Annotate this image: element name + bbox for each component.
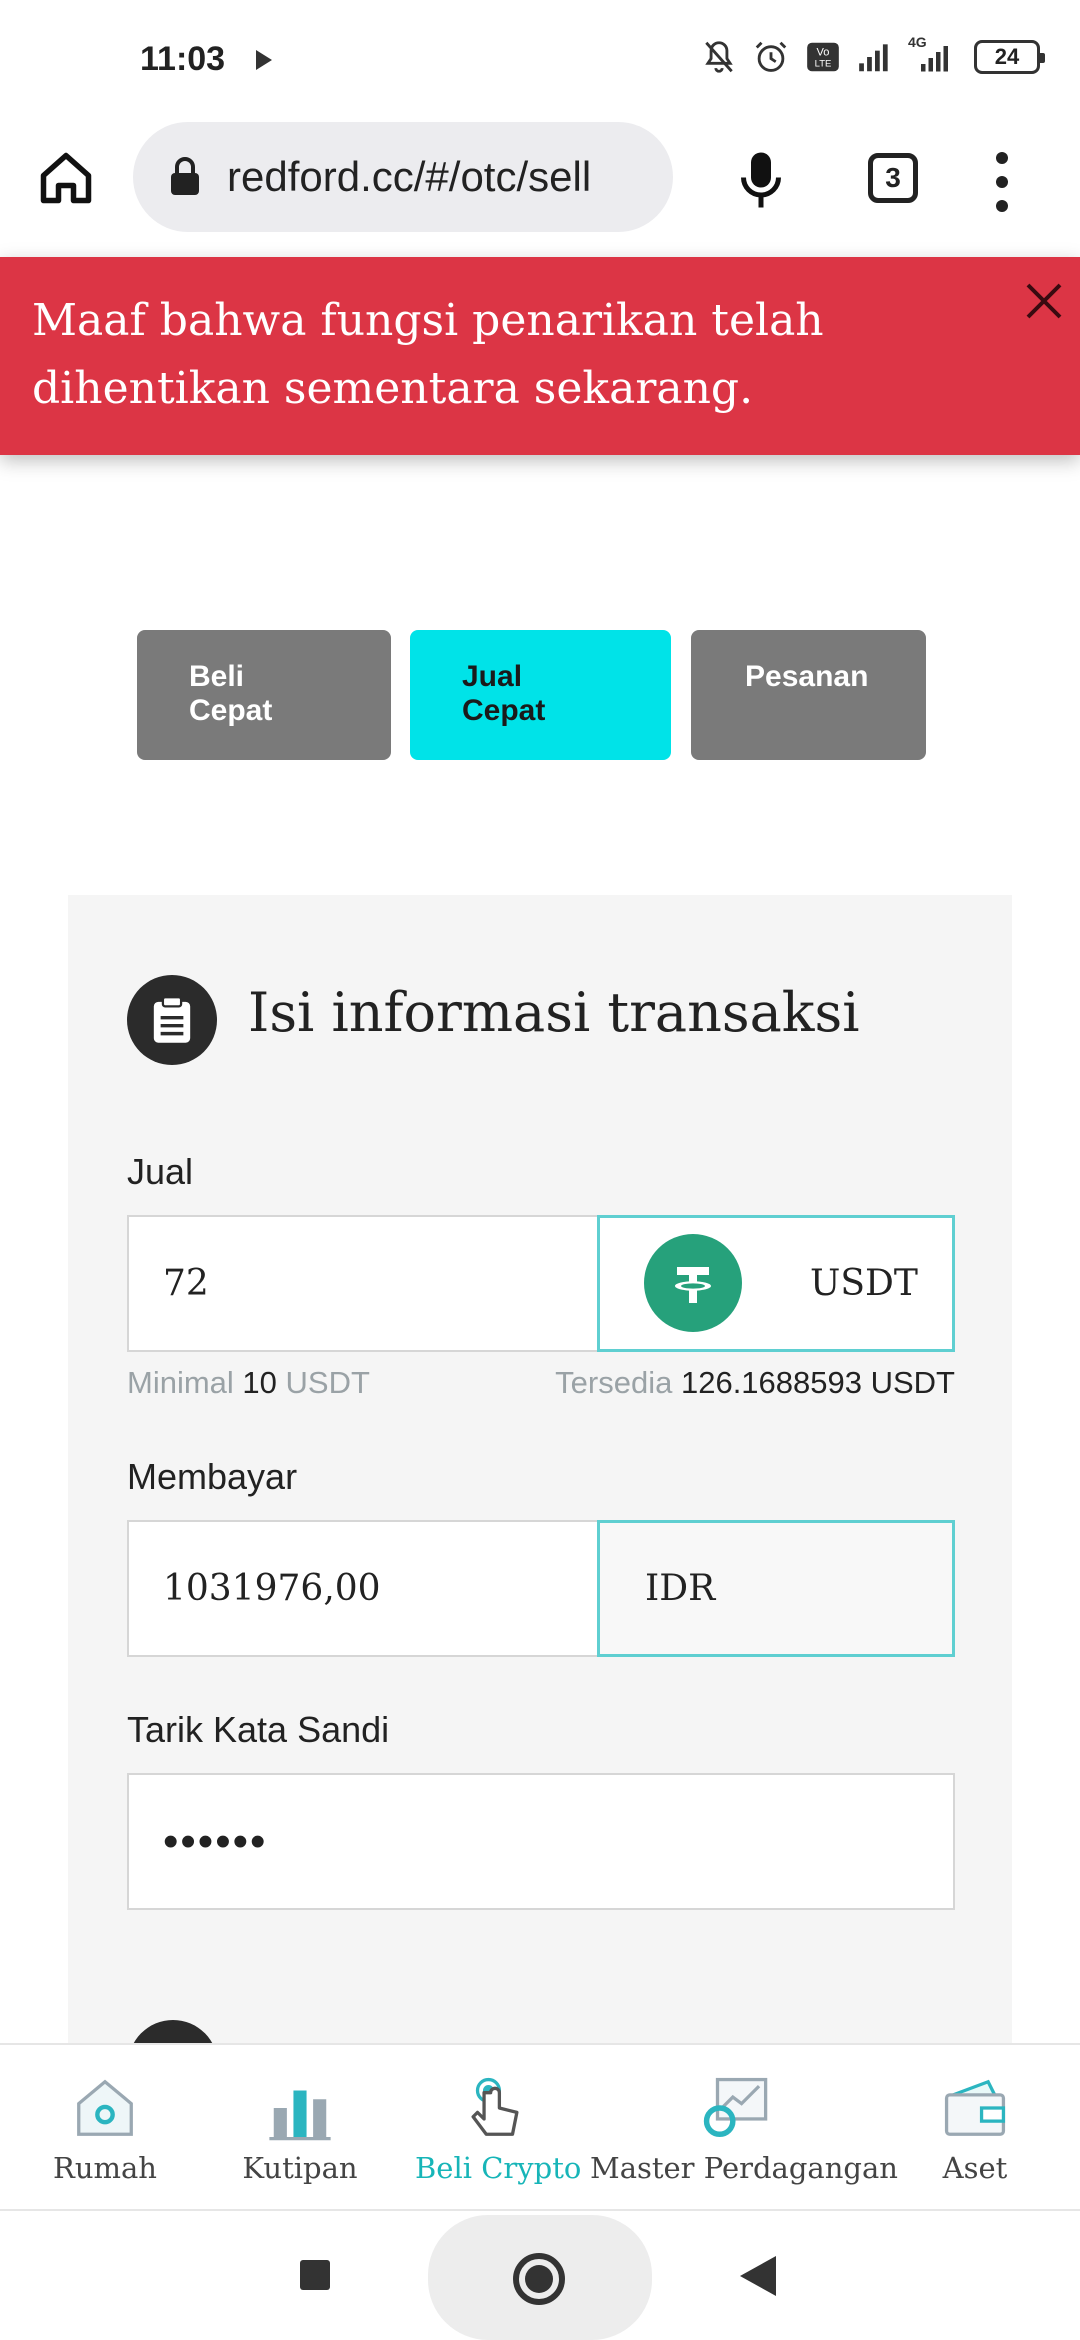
tab-beli-cepat[interactable]: Beli Cepat <box>137 630 391 760</box>
tab-count: 3 <box>885 162 901 193</box>
sell-hints: Minimal 10 USDT Tersedia 126.1688593 USD… <box>127 1365 955 1405</box>
minimum-hint: Minimal 10 USDT <box>127 1365 370 1401</box>
address-bar[interactable]: redford.cc/#/otc/sell <box>133 122 673 232</box>
nav-label: Kutipan <box>242 2151 358 2185</box>
status-icons: Vo LTE 4G 24 <box>700 34 1045 76</box>
minimum-value: 10 <box>242 1365 277 1400</box>
signal-4g-icon: 4G <box>908 34 960 76</box>
recents-icon[interactable] <box>300 2260 330 2290</box>
withdraw-password-label: Tarik Kata Sandi <box>127 1709 390 1750</box>
signal-icon <box>859 44 888 72</box>
nav-aset[interactable]: Aset <box>910 2045 1040 2211</box>
nav-master-perdagangan[interactable]: Master Perdagangan <box>590 2045 898 2211</box>
transaction-form-card: Isi informasi transaksi Jual 72 USDT Min… <box>68 895 1012 2045</box>
back-icon[interactable] <box>740 2256 776 2296</box>
home-icon <box>77 2079 133 2136</box>
wallet-icon <box>944 2079 1006 2136</box>
status-time: 11:03 <box>140 40 226 78</box>
sell-currency-selector[interactable]: USDT <box>597 1215 955 1352</box>
pay-amount-value: 1031976,00 <box>163 1568 381 1609</box>
pay-amount-field[interactable]: 1031976,00 IDR <box>127 1520 955 1657</box>
play-icon <box>256 50 272 70</box>
available-hint: Tersedia 126.1688593 USDT <box>555 1365 955 1401</box>
pay-currency-selector[interactable]: IDR <box>597 1520 955 1657</box>
bar-chart-icon <box>269 2090 331 2141</box>
nav-kutipan[interactable]: Kutipan <box>225 2045 375 2211</box>
nav-beli-crypto[interactable]: Beli Crypto <box>415 2045 582 2211</box>
url-text: redford.cc/#/otc/sell <box>227 153 592 200</box>
home-button-icon[interactable] <box>513 2253 565 2305</box>
tab-jual-cepat[interactable]: Jual Cepat <box>410 630 671 760</box>
sell-amount-field[interactable]: 72 USDT <box>127 1215 955 1352</box>
status-bar: 11:03 Vo LTE 4G 24 <box>0 0 1080 120</box>
tab-pesanan[interactable]: Pesanan <box>691 630 926 760</box>
sell-amount-value: 72 <box>163 1263 209 1304</box>
trading-chart-icon <box>703 2077 768 2137</box>
bottom-navigation: Rumah Kutipan Beli Crypto Master Perdaga… <box>0 2043 1080 2211</box>
tab-label: Jual Cepat <box>462 660 546 727</box>
error-banner: Maaf bahwa fungsi penarikan telah dihent… <box>0 257 1080 455</box>
battery-icon: 24 <box>974 40 1045 74</box>
more-menu-icon[interactable] <box>992 152 1012 212</box>
pay-label: Membayar <box>127 1456 298 1497</box>
available-label: Tersedia <box>555 1365 673 1400</box>
clipboard-icon <box>127 975 217 1065</box>
form-title: Isi informasi transaksi <box>248 981 860 1044</box>
nav-label: Master Perdagangan <box>590 2151 898 2185</box>
home-icon[interactable] <box>36 148 96 208</box>
available-value: 126.1688593 USDT <box>680 1365 955 1400</box>
volte-icon: VoLTE <box>807 42 839 72</box>
close-icon[interactable] <box>1020 277 1068 325</box>
pay-currency-label: IDR <box>645 1568 716 1609</box>
lock-icon <box>171 157 199 195</box>
touch-icon <box>471 2077 519 2136</box>
browser-toolbar: redford.cc/#/otc/sell 3 <box>0 120 1080 255</box>
battery-level: 24 <box>994 44 1020 69</box>
withdraw-password-field[interactable]: •••••• <box>127 1773 955 1910</box>
tab-switcher-button[interactable]: 3 <box>868 153 918 203</box>
nav-label: Aset <box>942 2151 1008 2185</box>
alarm-icon <box>755 41 787 72</box>
minimum-label: Minimal <box>127 1365 234 1400</box>
system-navigation-bar <box>0 2213 1080 2340</box>
nav-label: Beli Crypto <box>415 2151 582 2185</box>
svg-text:Vo: Vo <box>817 46 830 58</box>
minimum-unit: USDT <box>285 1365 370 1400</box>
sell-label: Jual <box>127 1151 194 1192</box>
sell-currency-label: USDT <box>810 1263 918 1304</box>
tether-icon <box>644 1234 742 1332</box>
bell-off-icon <box>705 41 733 73</box>
password-value: •••••• <box>163 1817 268 1866</box>
svg-text:LTE: LTE <box>815 59 832 70</box>
tab-label: Pesanan <box>745 660 869 693</box>
nav-label: Rumah <box>53 2151 157 2185</box>
nav-rumah[interactable]: Rumah <box>30 2045 180 2211</box>
trade-tabs: Beli Cepat Jual Cepat Pesanan <box>0 630 1080 762</box>
microphone-icon[interactable] <box>735 150 787 210</box>
tab-label: Beli Cepat <box>189 660 273 727</box>
banner-message: Maaf bahwa fungsi penarikan telah dihent… <box>32 295 824 414</box>
